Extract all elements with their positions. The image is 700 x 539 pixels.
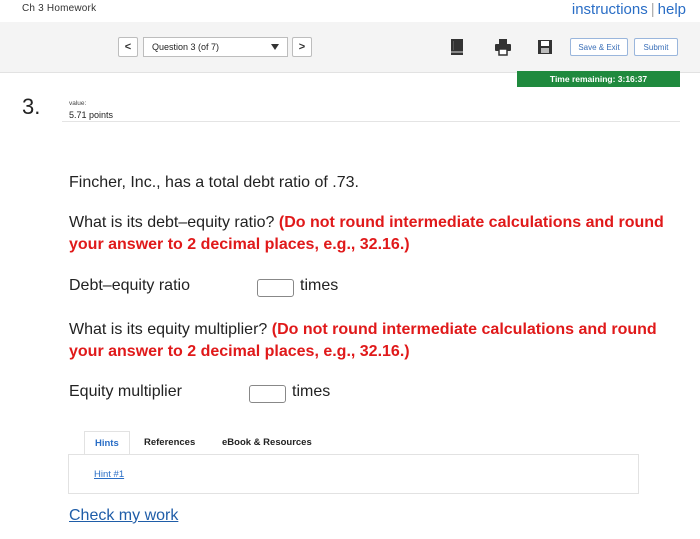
question-number: 3. <box>22 94 41 119</box>
link-separator: | <box>650 1 655 18</box>
question-part-1: What is its debt–equity ratio? (Do not r… <box>69 212 679 256</box>
question-part-2-text: What is its equity multiplier? <box>69 321 268 338</box>
print-icon[interactable] <box>494 38 512 56</box>
header-links: instructions | help <box>572 1 686 18</box>
question-intro: Fincher, Inc., has a total debt ratio of… <box>69 174 359 191</box>
equity-multiplier-unit: times <box>292 383 331 400</box>
chevron-down-icon <box>271 44 279 50</box>
points-value: 5.71 points <box>69 110 114 120</box>
book-icon[interactable] <box>448 38 466 56</box>
hint-panel <box>68 454 639 494</box>
debt-equity-label: Debt–equity ratio <box>69 277 190 294</box>
instructions-link[interactable]: instructions <box>572 1 648 18</box>
equity-multiplier-label: Equity multiplier <box>69 383 182 400</box>
question-part-2: What is its equity multiplier? (Do not r… <box>69 319 679 363</box>
next-question-button[interactable]: > <box>292 37 312 57</box>
equity-multiplier-input[interactable] <box>249 385 286 403</box>
submit-button[interactable]: Submit <box>634 38 678 56</box>
hint-link[interactable]: Hint #1 <box>94 469 124 480</box>
tab-ebook-resources[interactable]: eBook & Resources <box>212 431 322 453</box>
tab-hints[interactable]: Hints <box>84 431 130 454</box>
debt-equity-input[interactable] <box>257 279 294 297</box>
save-icon[interactable] <box>536 38 554 56</box>
debt-equity-unit: times <box>300 277 339 294</box>
course-title: Ch 3 Homework <box>22 3 97 14</box>
time-remaining-badge: Time remaining: 3:16:37 <box>517 71 680 87</box>
question-part-1-text: What is its debt–equity ratio? <box>69 214 275 231</box>
question-select-value: Question 3 (of 7) <box>152 42 220 52</box>
save-exit-button[interactable]: Save & Exit <box>570 38 628 56</box>
divider <box>62 121 680 122</box>
question-select[interactable]: Question 3 (of 7) <box>143 37 288 57</box>
help-link[interactable]: help <box>658 1 686 18</box>
previous-question-button[interactable]: < <box>118 37 138 57</box>
tab-references[interactable]: References <box>134 431 205 453</box>
check-my-work-link[interactable]: Check my work <box>69 507 178 525</box>
value-label: value: <box>69 100 87 107</box>
